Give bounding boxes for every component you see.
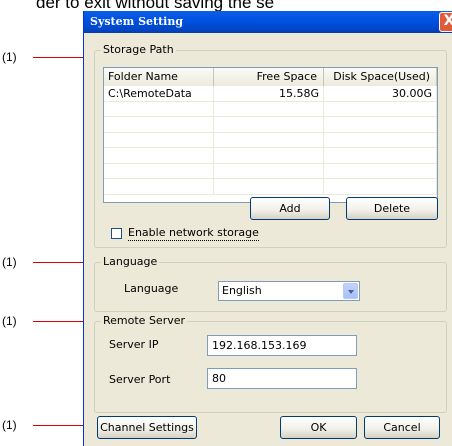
language-group-label: Language	[101, 255, 160, 269]
table-row[interactable]: C:\RemoteData 15.58G 30.00G	[104, 86, 437, 102]
remote-server-group-label: Remote Server	[101, 314, 188, 328]
callout-number: (1)	[2, 314, 17, 328]
close-icon[interactable]: X	[439, 12, 452, 32]
language-select[interactable]: English	[218, 281, 360, 301]
list-header: Folder Name Free Space Disk Space(Used)	[104, 68, 437, 86]
table-row[interactable]	[104, 132, 437, 148]
ok-button[interactable]: OK	[280, 416, 357, 439]
storage-path-label: Storage Path	[101, 43, 176, 57]
cell-disk-space: 30.00G	[324, 86, 437, 101]
server-ip-field[interactable]: 192.168.153.169	[207, 335, 357, 356]
chevron-down-icon[interactable]	[343, 283, 358, 299]
window-title: System Setting	[90, 15, 184, 28]
cancel-button[interactable]: Cancel	[364, 416, 440, 439]
cell-free-space: 15.58G	[214, 86, 324, 101]
table-row[interactable]	[104, 148, 437, 164]
callout-number: (1)	[2, 50, 17, 64]
enable-network-storage-label[interactable]: Enable network storage	[128, 226, 259, 241]
table-row[interactable]	[104, 163, 437, 179]
callout-storage: (1)	[2, 50, 95, 64]
callout-language: (1)	[2, 255, 95, 269]
table-row[interactable]	[104, 117, 437, 133]
callout-remote-server: (1)	[2, 314, 95, 328]
cell-folder: C:\RemoteData	[104, 86, 214, 101]
column-header-folder-name[interactable]: Folder Name	[104, 68, 214, 86]
server-port-field[interactable]: 80	[207, 368, 357, 389]
channel-settings-button[interactable]: Channel Settings	[97, 416, 197, 439]
title-bar[interactable]: System Setting X	[84, 11, 452, 33]
table-row[interactable]	[104, 101, 437, 117]
callout-channel-settings: (1)	[2, 418, 95, 432]
callout-number: (1)	[2, 418, 17, 432]
language-selected-value: English	[222, 284, 262, 297]
server-ip-label: Server IP	[109, 338, 159, 351]
column-header-free-space[interactable]: Free Space	[214, 68, 324, 86]
enable-network-storage-checkbox[interactable]	[111, 228, 122, 239]
table-row[interactable]	[104, 179, 437, 195]
server-port-label: Server Port	[109, 373, 171, 386]
column-header-disk-space[interactable]: Disk Space(Used)	[324, 68, 437, 86]
delete-button[interactable]: Delete	[346, 197, 438, 220]
callout-number: (1)	[2, 255, 17, 269]
add-button[interactable]: Add	[250, 197, 330, 220]
system-setting-dialog: System Setting X Storage Path Folder Nam…	[83, 11, 452, 446]
storage-path-list[interactable]: Folder Name Free Space Disk Space(Used) …	[103, 67, 438, 203]
language-field-label: Language	[124, 282, 179, 295]
